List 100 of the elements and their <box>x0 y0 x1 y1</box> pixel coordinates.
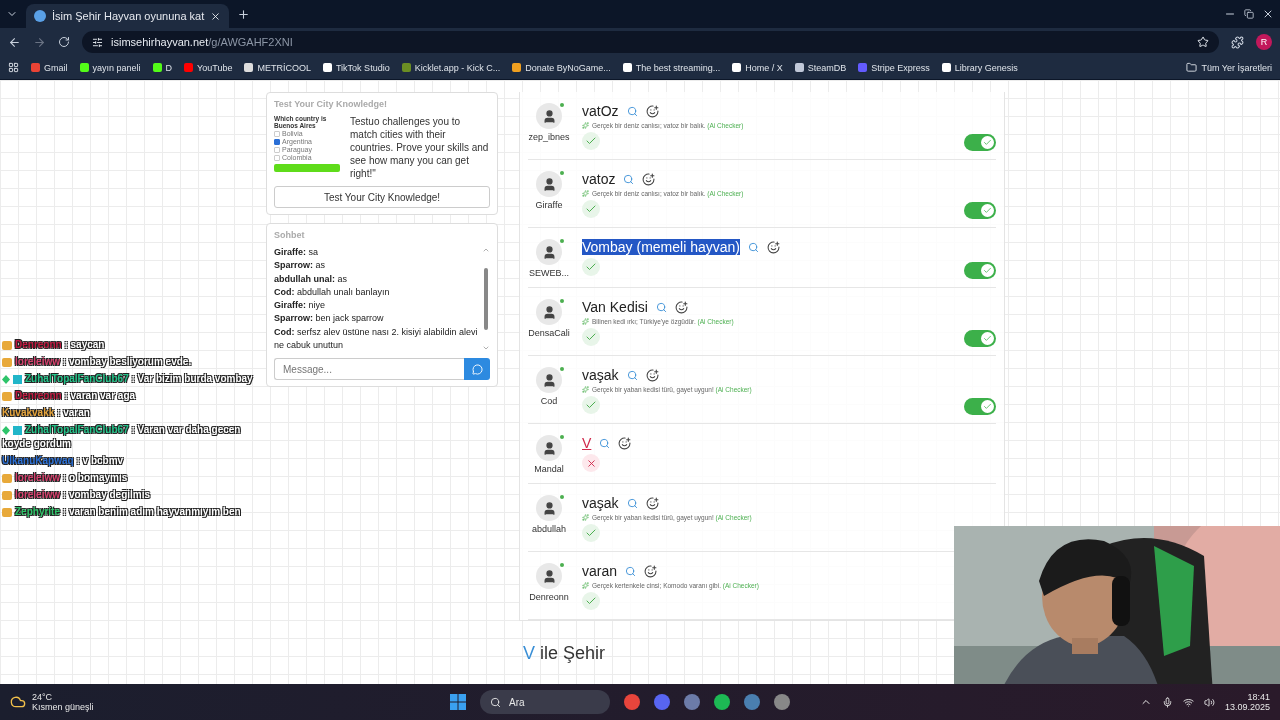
site-info-icon[interactable] <box>92 36 103 48</box>
app-icon[interactable] <box>684 694 700 710</box>
app-icon[interactable] <box>774 694 790 710</box>
taskbar-search[interactable]: Ara <box>480 690 610 714</box>
emoji-add-icon[interactable] <box>645 104 659 118</box>
temperature: 24°C <box>32 692 54 702</box>
chat-message: abdullah unal: as <box>274 272 349 286</box>
emoji-add-icon[interactable] <box>618 436 632 450</box>
back-icon[interactable] <box>8 35 21 49</box>
stream-chat-message: loreleiww : vombay değilmis <box>2 488 260 502</box>
url-path: /g/AWGAHF2XNI <box>208 36 293 48</box>
bookmark-star-icon[interactable] <box>1197 36 1209 48</box>
send-button[interactable] <box>464 358 490 381</box>
bookmark[interactable]: The best streaming... <box>622 62 721 73</box>
search-icon[interactable] <box>655 301 667 313</box>
answer-text: vatoz <box>582 171 616 187</box>
player-name: Giraffe <box>535 200 563 210</box>
user-avatar <box>536 495 562 521</box>
player-name: SEWEB... <box>529 268 569 278</box>
approve-toggle[interactable] <box>964 262 996 279</box>
browser-app-icon[interactable] <box>624 694 640 710</box>
stream-chat-message: loreleiww : vombay besliyorum evde. <box>2 355 260 369</box>
mic-icon[interactable] <box>1161 696 1173 708</box>
scrollbar-thumb[interactable] <box>484 268 488 331</box>
clock-date: 13.09.2025 <box>1224 702 1270 712</box>
bookmark[interactable]: yayın paneli <box>79 62 141 73</box>
approve-toggle[interactable] <box>964 202 996 219</box>
extensions-icon[interactable] <box>1231 35 1244 49</box>
sparkle-icon <box>582 386 589 393</box>
answer-text: varan <box>582 563 618 579</box>
emoji-add-icon[interactable] <box>645 496 659 510</box>
stream-chat-message: ZuhalTopalFanClub67 : Varan var daha gecen koyde gordum <box>2 423 242 451</box>
gem-icon <box>2 374 22 384</box>
address-bar[interactable]: isimsehirhayvan.net/g/AWGAHF2XNI <box>82 31 1219 53</box>
check-icon <box>983 334 992 343</box>
message-field[interactable]: Message... <box>274 358 464 381</box>
search-icon[interactable] <box>626 105 638 117</box>
bookmark[interactable]: D <box>152 62 173 73</box>
emoji-add-icon[interactable] <box>642 172 656 186</box>
network-icon[interactable] <box>1182 696 1194 708</box>
close-icon[interactable] <box>1262 8 1274 20</box>
stream-chat-message: loreleiww : o bomaymıs <box>2 471 260 485</box>
weather-icon[interactable] <box>10 694 26 710</box>
volume-icon[interactable] <box>1203 696 1215 708</box>
gem-icon <box>2 425 22 435</box>
player-name: DensaCali <box>528 328 570 338</box>
crown-icon <box>2 391 12 401</box>
sparkle-icon <box>582 582 589 589</box>
bookmark[interactable]: Kicklet.app - Kick C... <box>401 62 501 73</box>
bookmark[interactable]: Stripe Express <box>858 62 930 73</box>
search-icon[interactable] <box>599 437 611 449</box>
bookmark[interactable]: TikTok Studio <box>322 62 390 73</box>
reload-icon[interactable] <box>58 36 70 48</box>
sparkle-icon <box>582 514 589 521</box>
music-app-icon[interactable] <box>714 694 730 710</box>
bookmark[interactable]: Library Genesis <box>941 62 1018 73</box>
folder-icon <box>1186 62 1198 73</box>
stream-chat-message: Denreonn : saycan <box>2 338 260 352</box>
answer-text: vaşak <box>582 495 619 511</box>
game-app-icon[interactable] <box>744 694 760 710</box>
browser-tab[interactable]: İsim Şehir Hayvan oyununa kat <box>26 4 230 28</box>
check-icon <box>983 206 992 215</box>
user-avatar <box>536 299 562 325</box>
bookmark[interactable]: Home / X <box>732 62 783 73</box>
url-host: isimsehirhayvan.net <box>111 36 209 48</box>
chat-app-icon[interactable] <box>654 694 670 710</box>
close-tab-icon[interactable] <box>210 10 222 22</box>
windows-icon[interactable] <box>450 694 466 710</box>
test-knowledge-button[interactable]: Test Your City Knowledge! <box>274 186 490 208</box>
player-name: zep_ibnes <box>528 132 570 142</box>
stream-chat-message: Zephyrite : varan benim adım hayvanmıyım ben <box>2 505 260 519</box>
search-icon[interactable] <box>625 565 637 577</box>
chat-message: Giraffe: niye <box>274 299 327 313</box>
emoji-add-icon[interactable] <box>644 564 658 578</box>
bookmark[interactable]: METRİCOOL <box>244 62 311 73</box>
player-name: Denreonn <box>529 592 569 602</box>
bookmark[interactable]: YouTube <box>184 62 233 73</box>
search-icon[interactable] <box>626 369 638 381</box>
search-icon[interactable] <box>623 173 635 185</box>
bookmarks-folder[interactable]: Tüm Yer İşaretleri <box>1186 62 1272 73</box>
quiz-check-bar <box>274 164 340 172</box>
bookmark[interactable]: SteamDB <box>794 62 847 73</box>
emoji-add-icon[interactable] <box>674 300 688 314</box>
forward-icon[interactable] <box>33 35 46 49</box>
approve-toggle[interactable] <box>964 398 996 415</box>
answer-text: Vombay (memeli hayvan) <box>582 239 740 255</box>
bookmark[interactable]: Donate ByNoGame... <box>512 62 611 73</box>
emoji-add-icon[interactable] <box>766 240 780 254</box>
apps-icon[interactable] <box>8 62 19 73</box>
approve-toggle[interactable] <box>964 134 996 151</box>
search-icon[interactable] <box>626 497 638 509</box>
chat-message: Cod: serfsz alev üstüne nası 2. kisiyi alabildin alevi ne cabuk unuttun <box>274 325 478 353</box>
profile-avatar[interactable]: R <box>1256 34 1272 50</box>
search-icon[interactable] <box>747 241 759 253</box>
emoji-add-icon[interactable] <box>645 368 659 382</box>
bookmark[interactable]: Gmail <box>31 62 68 73</box>
restore-icon[interactable] <box>1244 9 1254 19</box>
sparkle-icon <box>582 190 589 197</box>
approve-toggle[interactable] <box>964 330 996 347</box>
new-tab-icon[interactable] <box>237 7 251 21</box>
